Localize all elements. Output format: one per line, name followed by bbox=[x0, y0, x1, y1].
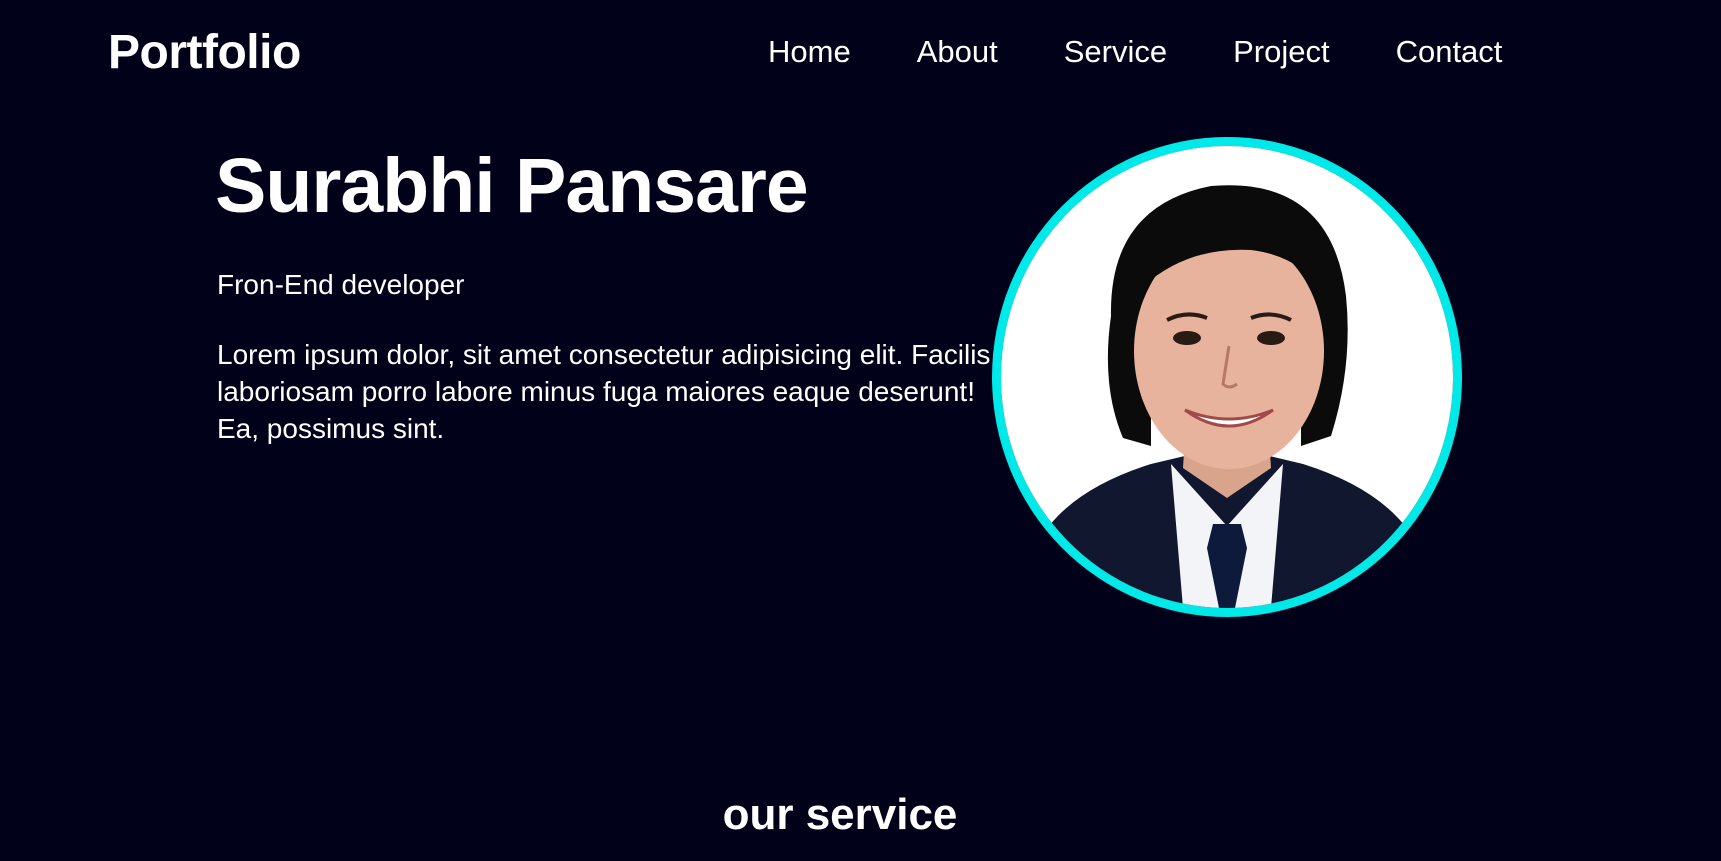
services-section-title: our service bbox=[722, 790, 958, 839]
nav-item-home[interactable]: Home bbox=[768, 30, 851, 74]
profile-photo bbox=[1001, 146, 1453, 608]
hero-description: Lorem ipsum dolor, sit amet consectetur … bbox=[217, 339, 991, 444]
hero-name: Surabhi Pansare bbox=[215, 143, 809, 229]
brand-logo[interactable]: Portfolio bbox=[108, 24, 301, 82]
main-nav: Home About Service Project Contact bbox=[768, 30, 1502, 74]
nav-item-about[interactable]: About bbox=[917, 30, 998, 74]
profile-photo-illustration bbox=[1001, 146, 1453, 608]
nav-item-contact[interactable]: Contact bbox=[1396, 30, 1503, 74]
hero-role: Fron-End developer bbox=[217, 269, 465, 300]
nav-item-service[interactable]: Service bbox=[1064, 30, 1167, 74]
portfolio-page: Portfolio Home About Service Project Con… bbox=[0, 0, 1721, 861]
nav-item-project[interactable]: Project bbox=[1233, 30, 1329, 74]
profile-photo-frame bbox=[992, 137, 1462, 617]
